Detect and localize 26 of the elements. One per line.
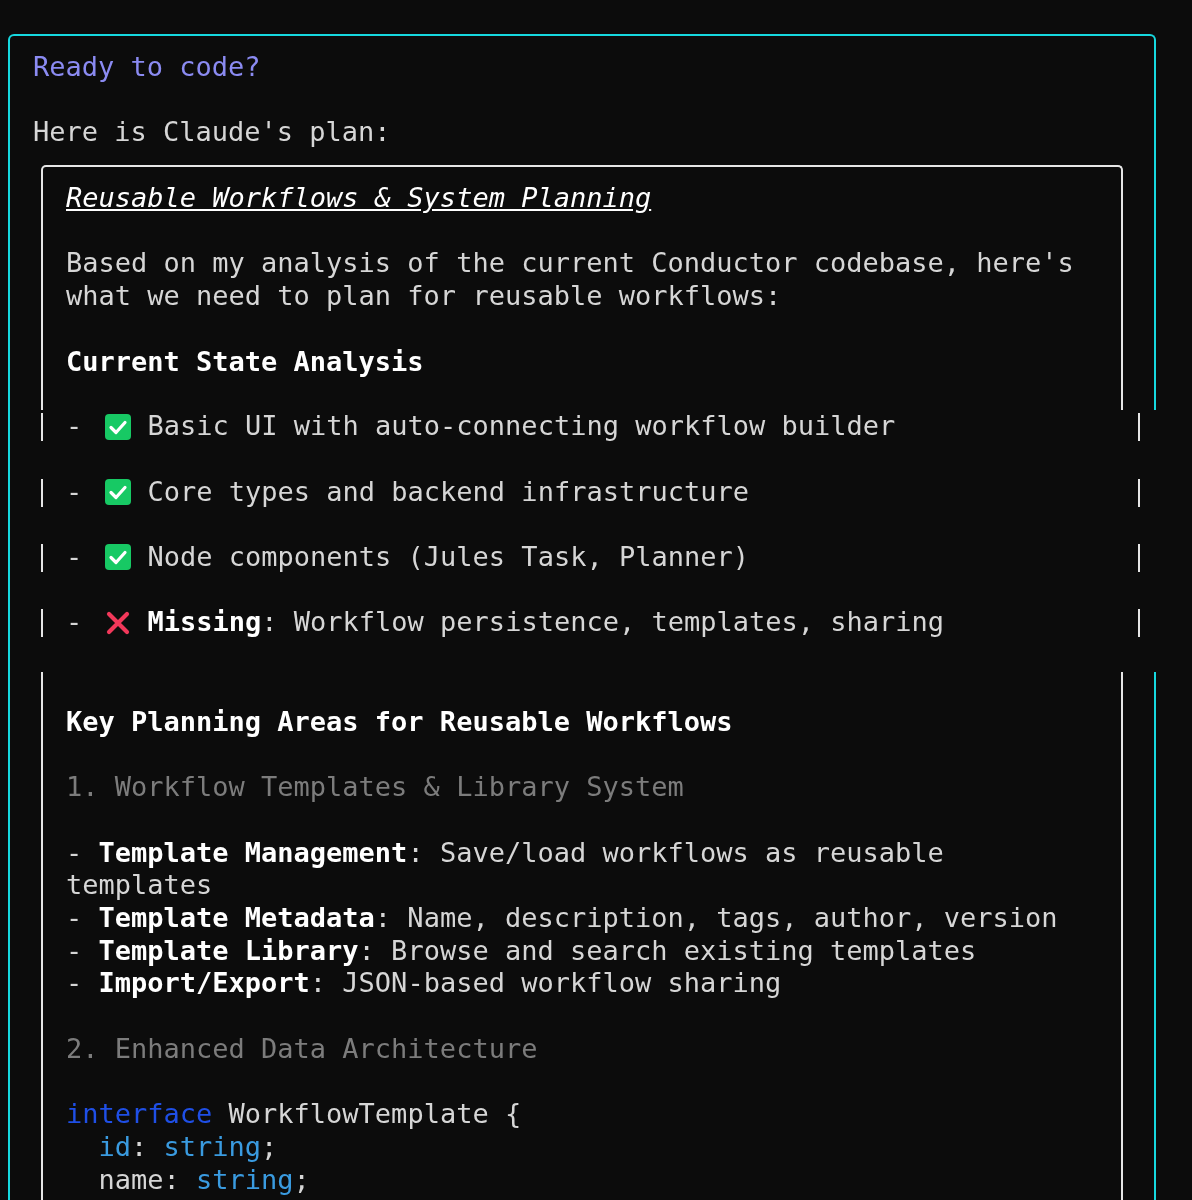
code-line: name: string; xyxy=(98,1163,310,1197)
plan-paragraph: Based on my analysis of the current Conductor codebase, here's what we need to plan for reusable workflows: xyxy=(66,247,1075,313)
code-line: id: string; xyxy=(98,1130,278,1164)
status-item-text: Node components (Jules Task, Planner) xyxy=(147,541,749,574)
prompt-intro: Here is Claude's plan: xyxy=(33,116,392,150)
section-heading: Current State Analysis xyxy=(66,345,425,379)
checkmark-icon xyxy=(103,543,132,572)
plan-title: Reusable Workflows & System Planning xyxy=(66,182,653,215)
checkmark-icon xyxy=(103,412,132,441)
numbered-heading: 2. Enhanced Data Architecture xyxy=(66,1032,539,1066)
bullet-item: - Template Metadata: Name, description, tags, author, version xyxy=(66,902,1059,935)
bullet-item: - Template Library: Browse and search existing templates xyxy=(66,934,978,968)
bullet-dash: - xyxy=(66,541,84,574)
section-heading: Key Planning Areas for Reusable Workflows xyxy=(66,705,734,739)
bullet-dash: - xyxy=(66,606,84,640)
numbered-heading: 1. Workflow Templates & Library System xyxy=(66,771,685,804)
bullet-item: - Template Management: Save/load workflows as reusable templates xyxy=(66,836,945,903)
bullet-item: - Import/Export: JSON-based workflow sharing xyxy=(66,967,783,1001)
status-item-text: Missing: Workflow persistence, templates, sharing xyxy=(147,606,945,640)
status-item-text: Basic UI with auto-connecting workflow builder xyxy=(147,410,896,443)
bullet-dash: - xyxy=(66,410,84,443)
status-item-text: Core types and backend infrastructure xyxy=(147,475,749,509)
prompt-title: Ready to code? xyxy=(33,51,262,84)
checkmark-icon xyxy=(103,478,132,506)
code-line: interface WorkflowTemplate { xyxy=(66,1098,523,1131)
bullet-dash: - xyxy=(66,475,84,509)
